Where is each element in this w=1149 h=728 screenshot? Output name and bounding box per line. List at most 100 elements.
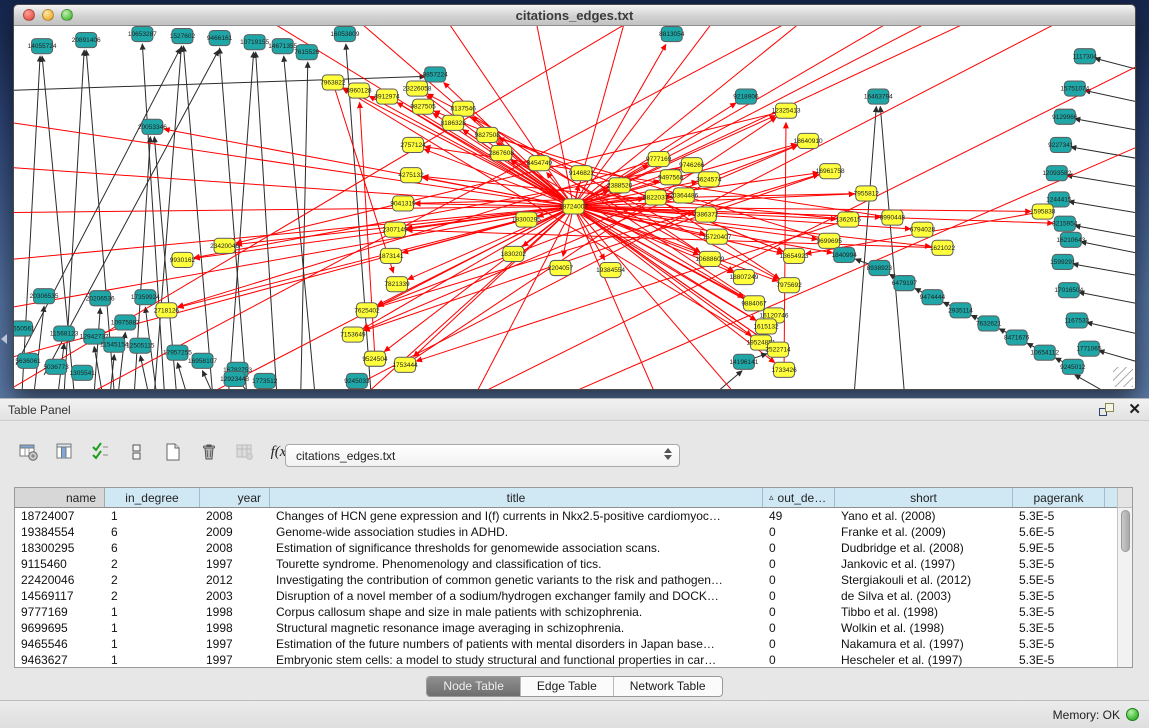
graph-node[interactable]: 16958107	[188, 353, 217, 368]
graph-node[interactable]: 1771065	[1076, 341, 1102, 356]
graph-node[interactable]: 16961758	[816, 164, 845, 179]
graph-node[interactable]: 9245012	[1060, 359, 1086, 374]
graph-node[interactable]: 9930162	[170, 252, 196, 267]
graph-node[interactable]: 17359924	[131, 290, 160, 305]
graph-node[interactable]: 1773512	[252, 373, 278, 388]
graph-node[interactable]: 18300295	[512, 212, 541, 227]
graph-node[interactable]: 2718126	[154, 303, 180, 318]
network-canvas[interactable]: 1872400714055724208914061065328715276029…	[14, 26, 1135, 389]
graph-node[interactable]: 7615526	[294, 45, 320, 60]
row-stack-icon[interactable]	[126, 441, 148, 463]
graph-node[interactable]: 9524504	[362, 351, 388, 366]
graph-node[interactable]: 8822037	[643, 190, 669, 205]
graph-node[interactable]: 2388520	[607, 178, 633, 193]
graph-node[interactable]: 8990448	[880, 210, 906, 225]
table-row[interactable]: 2242004622012Investigating the contribut…	[15, 572, 1117, 588]
graph-node[interactable]: 8938923	[867, 260, 893, 275]
graph-node[interactable]: 18807249	[729, 270, 758, 285]
graph-node[interactable]: 20364486	[669, 188, 698, 203]
graph-node[interactable]: 9227341	[1048, 137, 1074, 152]
graph-node[interactable]: 10719155	[240, 35, 269, 50]
tab-edge-table[interactable]: Edge Table	[520, 677, 613, 696]
float-window-icon[interactable]	[1099, 403, 1114, 416]
table-row[interactable]: 911546021997Tourette syndrome. Phenomeno…	[15, 556, 1117, 572]
graph-node[interactable]: 12505115	[126, 338, 155, 353]
graph-node[interactable]: 14055724	[28, 39, 57, 54]
graph-node[interactable]: 19384554	[596, 262, 625, 277]
graph-node[interactable]: 7821339	[384, 277, 410, 292]
graph-node[interactable]: 8960128	[346, 83, 372, 98]
vertical-scrollbar[interactable]	[1117, 488, 1132, 667]
graph-node[interactable]: 7153649	[340, 327, 366, 342]
graph-node[interactable]: 2867608	[489, 145, 515, 160]
graph-node[interactable]: 16210643	[1056, 232, 1085, 247]
graph-node[interactable]: 23226058	[403, 81, 432, 96]
graph-node[interactable]: 8857224	[422, 67, 448, 82]
graph-node[interactable]: 7386372	[693, 207, 719, 222]
graph-node[interactable]: 5636061	[15, 353, 41, 368]
table-row[interactable]: 946362711997Embryonic stem cells: a mode…	[15, 652, 1117, 667]
graph-node[interactable]: 2757124	[400, 137, 426, 152]
collapse-panel-arrow-icon[interactable]	[1, 334, 7, 344]
column-header-out_de[interactable]: ▵out_de…	[763, 488, 835, 507]
tab-node-table[interactable]: Node Table	[427, 677, 520, 696]
table-row[interactable]: 946554611997Estimation of the future num…	[15, 636, 1117, 652]
graph-node[interactable]: 8215954	[1052, 216, 1078, 231]
graph-node[interactable]: 7955812	[854, 186, 880, 201]
graph-node[interactable]: 9699695	[817, 233, 843, 248]
graph-node[interactable]: 6479197	[892, 276, 918, 291]
column-header-title[interactable]: title	[270, 488, 763, 507]
graph-node[interactable]: 9474444	[920, 290, 946, 305]
graph-node[interactable]: 20053346	[138, 119, 167, 134]
graph-node[interactable]: 9245033	[344, 373, 370, 388]
graph-node[interactable]: 8186328	[441, 115, 467, 130]
graph-node[interactable]: 6650561	[14, 321, 35, 336]
graph-node[interactable]: 20306535	[30, 289, 59, 304]
network-window-titlebar[interactable]: citations_edges.txt	[14, 5, 1135, 26]
new-document-icon[interactable]	[162, 441, 184, 463]
graph-node[interactable]: 1595838	[1030, 204, 1056, 219]
graph-node[interactable]: 2204057	[548, 260, 574, 275]
close-window-button[interactable]	[23, 9, 35, 21]
graph-node[interactable]: 9146821	[569, 166, 595, 181]
network-graph[interactable]: 1872400714055724208914061065328715276029…	[14, 26, 1135, 389]
table-row[interactable]: 1456911722003Disruption of a novel membe…	[15, 588, 1117, 604]
window-resize-grip[interactable]	[1113, 367, 1133, 387]
table-columns-icon[interactable]	[54, 441, 76, 463]
graph-node[interactable]: 1873141	[378, 248, 404, 263]
graph-node[interactable]: 14196141	[729, 354, 758, 369]
graph-node[interactable]: 8471676	[1004, 330, 1030, 345]
graph-node[interactable]: 8137546	[451, 101, 477, 116]
graph-node[interactable]: 1305541	[70, 365, 96, 380]
graph-node[interactable]: 7632621	[976, 316, 1002, 331]
graph-node[interactable]: 1117304	[1073, 49, 1098, 64]
graph-node[interactable]: 9827505	[410, 99, 436, 114]
graph-node[interactable]: 2935114	[948, 303, 973, 318]
scrollbar-thumb[interactable]	[1121, 510, 1130, 552]
table-row[interactable]: 1938455462009Genome-wide association stu…	[15, 524, 1117, 540]
graph-node[interactable]: 8813054	[659, 27, 685, 42]
graph-node[interactable]: 10653287	[128, 27, 157, 42]
graph-node[interactable]: 5036773	[43, 359, 69, 374]
graph-node[interactable]: 9746266	[679, 158, 705, 173]
graph-node[interactable]: 10975887	[111, 315, 140, 330]
graph-node[interactable]: 11568123	[50, 326, 79, 341]
graph-node[interactable]: 18724007	[559, 199, 588, 214]
graph-node[interactable]: 16053809	[330, 27, 359, 42]
zoom-window-button[interactable]	[61, 9, 73, 21]
graph-node[interactable]: 12325413	[772, 103, 801, 118]
graph-node[interactable]: 13654923	[780, 248, 809, 263]
graph-node[interactable]: 1599291	[1050, 254, 1076, 269]
graph-node[interactable]: 1840994	[832, 247, 858, 262]
graph-node[interactable]: 9777169	[646, 152, 672, 167]
graph-node[interactable]: 1621022	[930, 240, 956, 255]
graph-node[interactable]: 2307149	[382, 222, 408, 237]
graph-node[interactable]: 10688609	[695, 251, 724, 266]
table-row[interactable]: 1872400712008Changes of HCN gene express…	[15, 508, 1117, 524]
graph-node[interactable]: 8912974	[374, 89, 400, 104]
graph-node[interactable]: 9884067	[741, 296, 767, 311]
graph-node[interactable]: 3624574	[696, 172, 722, 187]
graph-node[interactable]: 17016504	[1054, 283, 1083, 298]
delete-table-icon[interactable]	[234, 441, 256, 463]
column-header-short[interactable]: short	[835, 488, 1013, 507]
